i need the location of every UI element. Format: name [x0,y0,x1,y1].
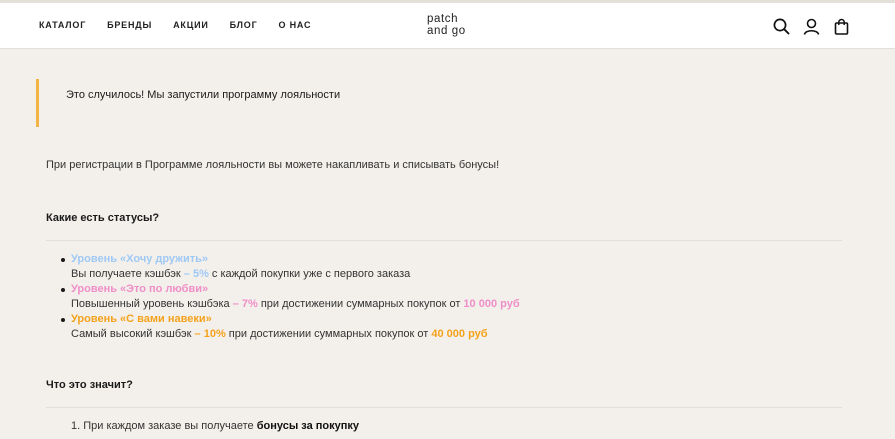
bullet-dot [61,258,65,262]
level-cashback: – 5% [180,268,209,280]
nav-about[interactable]: О НАС [279,20,312,30]
divider [46,407,842,408]
logo-line-2: and go [427,25,466,37]
bullet-dot [61,318,65,322]
bag-icon[interactable] [832,17,851,36]
header-icons [772,17,851,36]
level-desc-text: с каждой покупки уже с первого заказа [208,268,411,280]
step-bold: бонусы за покупку [256,420,360,432]
bullet-dot [61,288,65,292]
site-header: КАТАЛОГ БРЕНДЫ АКЦИИ БЛОГ О НАС patch an… [0,3,895,49]
divider [46,240,842,241]
level-item-1: Уровень «Хочу дружить» Вы получаете кэшб… [61,252,520,282]
statuses-heading: Какие есть статусы? [46,212,160,224]
loyalty-levels-list: Уровень «Хочу дружить» Вы получаете кэшб… [61,252,520,342]
nav-brands[interactable]: БРЕНДЫ [107,20,152,30]
level-desc-text: Самый высокий кэшбэк [71,328,192,340]
level-desc-text: при достижении суммарных покупок от [257,298,464,310]
nav-sales[interactable]: АКЦИИ [173,20,209,30]
level-title: Уровень «Это по любви» [71,283,209,295]
step-1: 1. При каждом заказе вы получаете бонусы… [71,420,359,432]
level-item-2: Уровень «Это по любви» Повышенный уровен… [61,282,520,312]
site-logo[interactable]: patch and go [427,13,466,37]
level-cashback: – 7% [229,298,258,310]
step-text: 1. При каждом заказе вы получаете [71,420,257,432]
level-desc-text: Повышенный уровень кэшбэка [71,298,230,310]
level-description: Самый высокий кэшбэк – 10% при достижени… [71,327,520,342]
intro-paragraph: При регистрации в Программе лояльности в… [46,159,500,171]
level-description: Вы получаете кэшбэк – 5% с каждой покупк… [71,267,520,282]
user-icon[interactable] [802,17,821,36]
logo-line-1: patch [427,13,459,25]
main-nav: КАТАЛОГ БРЕНДЫ АКЦИИ БЛОГ О НАС [39,20,332,30]
level-title: Уровень «Хочу дружить» [71,253,209,265]
level-item-3: Уровень «С вами навеки» Самый высокий кэ… [61,312,520,342]
meaning-heading: Что это значит? [46,379,133,391]
level-description: Повышенный уровень кэшбэка – 7% при дост… [71,297,520,312]
nav-blog[interactable]: БЛОГ [230,20,258,30]
level-desc-text: Вы получаете кэшбэк [71,268,181,280]
level-cashback: – 10% [191,328,226,340]
level-title: Уровень «С вами навеки» [71,313,212,325]
level-threshold: 40 000 руб [431,328,488,340]
callout-accent-bar [36,79,39,127]
level-threshold: 10 000 руб [463,298,520,310]
search-icon[interactable] [772,17,791,36]
callout-text: Это случилось! Мы запустили программу ло… [66,89,341,101]
nav-catalog[interactable]: КАТАЛОГ [39,20,86,30]
level-desc-text: при достижении суммарных покупок от [225,328,432,340]
